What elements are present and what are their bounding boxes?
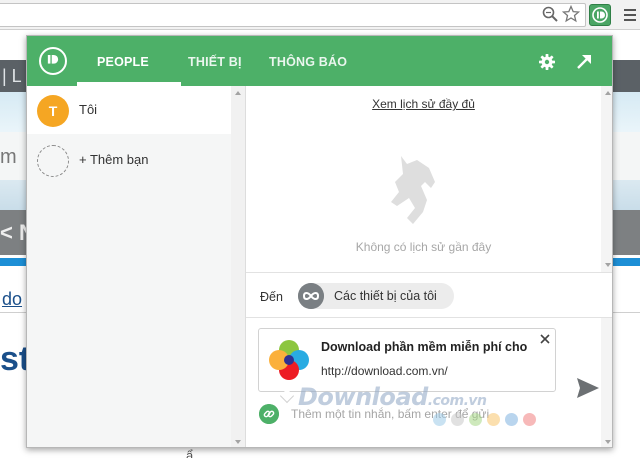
background-text: | L xyxy=(2,66,22,86)
scroll-down-arrow-icon[interactable] xyxy=(235,440,241,444)
watermark-text: Download xyxy=(298,383,428,411)
horse-icon xyxy=(391,156,435,224)
link-card-url: http://download.com.vn/ xyxy=(321,364,448,378)
popout-icon[interactable] xyxy=(576,54,592,70)
close-icon[interactable] xyxy=(539,333,551,345)
watermark-dots xyxy=(433,413,541,431)
zoom-icon[interactable] xyxy=(542,6,558,22)
full-history-link[interactable]: Xem lịch sử đầy đủ xyxy=(246,97,601,111)
link-card-title: Download phần mềm miễn phí cho xyxy=(321,340,528,354)
pushbullet-extension-icon[interactable] xyxy=(589,4,611,26)
contacts-panel: T Tôi + Thêm bạn xyxy=(27,86,245,447)
scroll-up-arrow-icon[interactable] xyxy=(235,91,241,95)
background-text: m xyxy=(0,146,17,168)
device-selector-label: Các thiết bị của tôi xyxy=(334,289,437,303)
gear-icon[interactable] xyxy=(539,54,555,70)
watermark: Download.com.vn xyxy=(298,383,487,411)
popup-header: PEOPLE THIẾT BỊ THÔNG BÁO xyxy=(27,36,612,86)
empty-history-text: Không có lịch sử gần đây xyxy=(355,240,492,254)
address-bar[interactable] xyxy=(0,3,586,27)
pushbullet-logo-icon[interactable] xyxy=(39,47,67,75)
history-scrollbar[interactable] xyxy=(601,86,612,272)
to-label: Đến xyxy=(260,290,283,304)
tab-devices[interactable]: THIẾT BỊ xyxy=(188,55,242,69)
add-friend-button[interactable]: + Thêm bạn xyxy=(27,136,231,184)
recipient-row: Đến Các thiết bị của tôi xyxy=(246,272,612,318)
scroll-down-arrow-icon[interactable] xyxy=(605,263,611,267)
scroll-down-arrow-icon[interactable] xyxy=(605,440,611,444)
infinity-icon xyxy=(298,283,324,309)
history-area: Xem lịch sử đầy đủ Không có lịch sử gần … xyxy=(246,86,612,272)
add-friend-avatar-placeholder xyxy=(37,145,69,177)
watermark-suffix: .com.vn xyxy=(427,393,487,409)
tab-notifications[interactable]: THÔNG BÁO xyxy=(269,55,347,69)
send-icon[interactable] xyxy=(577,378,599,398)
add-friend-label: + Thêm bạn xyxy=(79,152,149,167)
download-logo-icon xyxy=(269,340,309,380)
avatar: T xyxy=(37,95,69,127)
chrome-menu-icon[interactable] xyxy=(624,8,636,22)
scroll-up-arrow-icon[interactable] xyxy=(605,91,611,95)
background-text: ẩ xyxy=(186,448,194,458)
tab-people[interactable]: PEOPLE xyxy=(97,55,149,69)
star-icon[interactable] xyxy=(562,5,580,23)
contacts-scrollbar[interactable] xyxy=(231,86,245,447)
link-icon[interactable] xyxy=(259,404,279,424)
background-link[interactable]: do xyxy=(2,289,22,310)
compose-scrollbar[interactable] xyxy=(601,318,612,447)
device-selector[interactable]: Các thiết bị của tôi xyxy=(298,283,454,309)
contact-self[interactable]: T Tôi xyxy=(27,86,231,134)
contact-label: Tôi xyxy=(79,102,98,117)
browser-toolbar xyxy=(0,0,640,30)
